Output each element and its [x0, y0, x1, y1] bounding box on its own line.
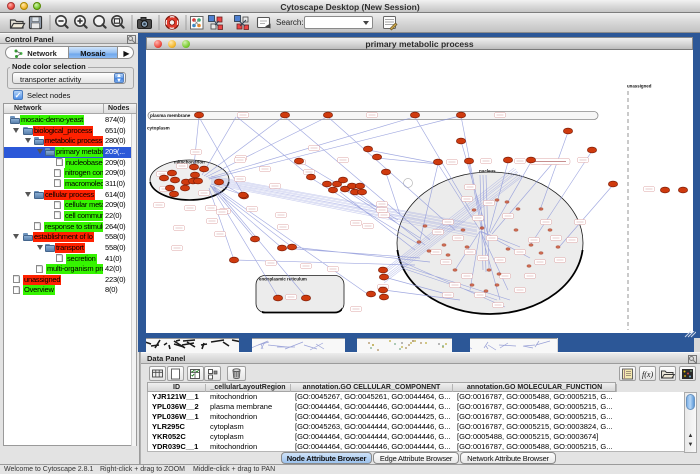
- svg-text:nucleus: nucleus: [479, 169, 496, 174]
- svg-text:plasma membrane: plasma membrane: [150, 113, 191, 118]
- svg-text:unassigned: unassigned: [627, 84, 652, 89]
- svg-text:f(x): f(x): [642, 370, 653, 379]
- svg-text:cytoplasm: cytoplasm: [147, 126, 170, 131]
